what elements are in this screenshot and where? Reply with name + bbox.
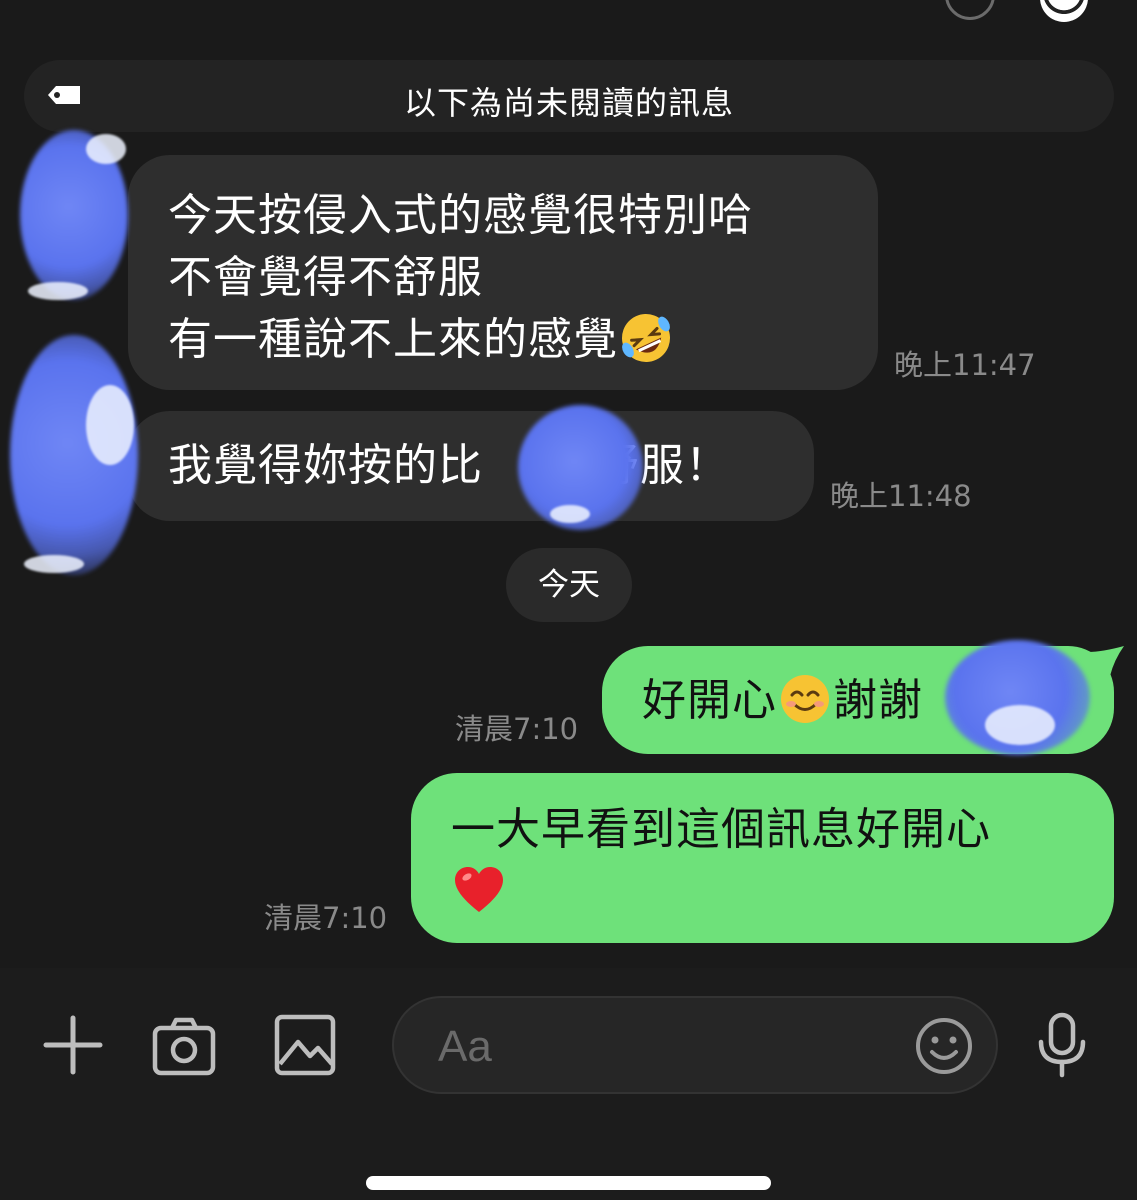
blur-decoration — [28, 282, 88, 300]
chat-area[interactable]: 以下為尚未閱讀的訊息 今天按侵入式的感覺很特別哈 不會覺得不舒服 有一種說不上來… — [0, 0, 1137, 968]
top-action-icon[interactable] — [945, 0, 995, 20]
emoji-icon[interactable] — [914, 1016, 974, 1076]
message-time: 清晨7:10 — [455, 712, 579, 746]
message-input[interactable] — [436, 1020, 900, 1074]
home-indicator[interactable] — [366, 1176, 771, 1190]
rolling-on-floor-laughing-emoji-icon — [618, 310, 674, 366]
message-text: 謝謝 — [833, 675, 923, 726]
message-line: 今天按侵入式的感覺很特別哈 — [168, 190, 753, 241]
message-text: 有一種說不上來的感覺 — [168, 314, 618, 365]
unread-banner: 以下為尚未閱讀的訊息 — [24, 60, 1114, 132]
message-time: 晚上11:48 — [830, 479, 972, 513]
unread-banner-text: 以下為尚未閱讀的訊息 — [403, 84, 734, 122]
outgoing-message-bubble[interactable]: 一大早看到這個訊息好開心 — [411, 773, 1114, 943]
blur-decoration — [86, 385, 134, 465]
message-text: 好開心 — [642, 675, 777, 726]
camera-icon[interactable] — [152, 1016, 216, 1076]
smiling-face-emoji-icon — [777, 671, 833, 727]
message-field[interactable] — [392, 996, 998, 1094]
blur-decoration — [86, 134, 126, 164]
plus-icon[interactable] — [42, 1014, 104, 1076]
top-avatar[interactable] — [1040, 0, 1088, 22]
microphone-icon[interactable] — [1034, 1012, 1090, 1078]
red-heart-emoji-icon — [451, 862, 507, 918]
image-icon[interactable] — [274, 1014, 336, 1076]
message-line — [451, 861, 1074, 923]
blur-decoration — [24, 555, 84, 573]
message-line: 有一種說不上來的感覺 — [168, 309, 838, 371]
date-separator: 今天 — [506, 548, 632, 622]
message-line: 我覺得妳按的比 舒服！ — [168, 435, 774, 497]
message-time: 晚上11:47 — [894, 348, 1036, 382]
message-line: 一大早看到這個訊息好開心 — [451, 804, 991, 855]
incoming-message-bubble[interactable]: 我覺得妳按的比 舒服！ — [128, 411, 814, 521]
incoming-message-bubble[interactable]: 今天按侵入式的感覺很特別哈 不會覺得不舒服 有一種說不上來的感覺 — [128, 155, 878, 390]
message-text: 我覺得妳按的比 — [168, 440, 483, 491]
blur-decoration — [550, 505, 590, 523]
message-line: 不會覺得不舒服 — [168, 252, 483, 303]
blur-decoration — [985, 705, 1055, 745]
message-time: 清晨7:10 — [264, 901, 388, 935]
